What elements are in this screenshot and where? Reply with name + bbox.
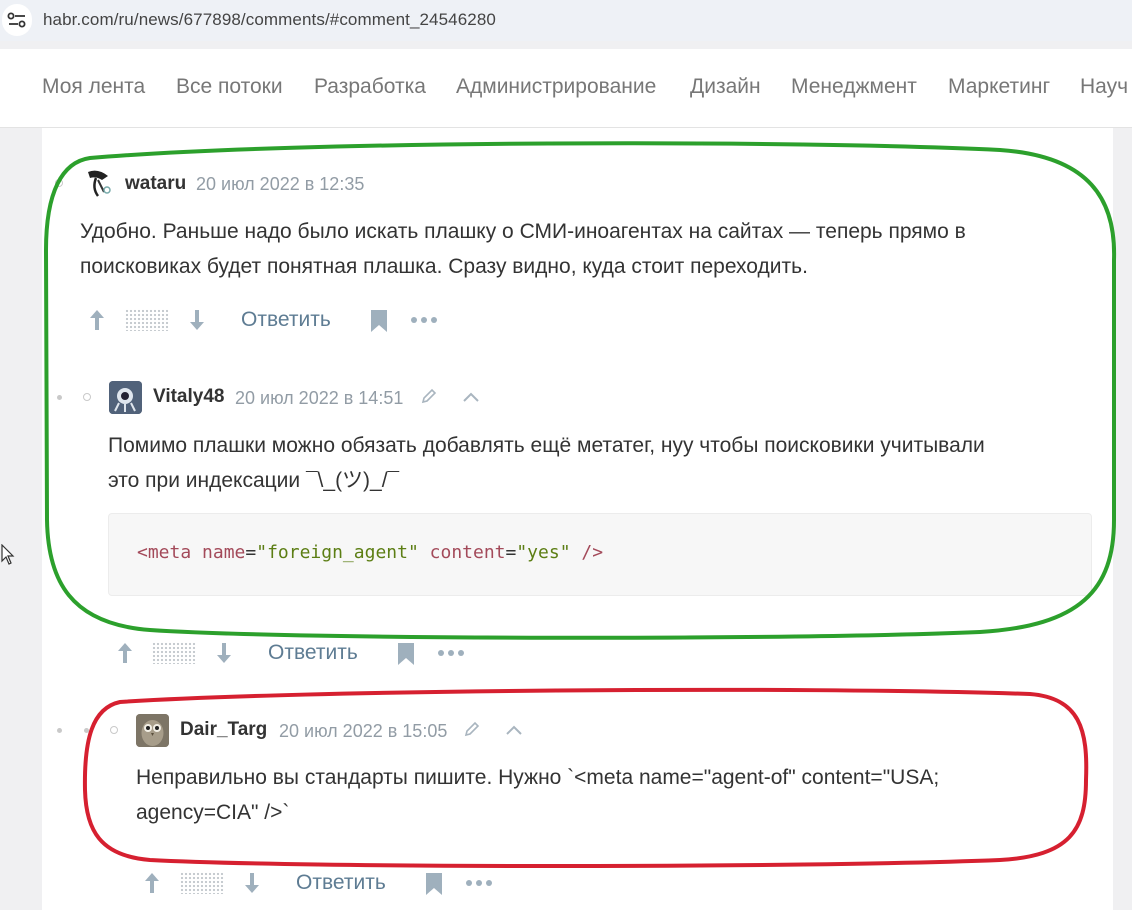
comment-line: agency=CIA" />`: [136, 801, 290, 824]
bookmark-icon[interactable]: [397, 642, 415, 666]
comment-body: Удобно. Раньше надо было искать плашку о…: [80, 214, 1080, 284]
code-token-tag: />: [581, 542, 604, 563]
comment-datetime[interactable]: 20 июл 2022 в 12:35: [196, 174, 364, 195]
thread-level-dot: [84, 728, 89, 733]
code-token-attr: content: [429, 542, 506, 563]
more-options-icon[interactable]: [465, 879, 493, 887]
edit-pencil-icon[interactable]: [420, 387, 438, 405]
comment-datetime[interactable]: 20 июл 2022 в 15:05: [279, 721, 447, 742]
bookmark-icon[interactable]: [425, 872, 443, 896]
comment-line: Удобно. Раньше надо было искать плашку о…: [80, 220, 966, 243]
chevron-up-icon[interactable]: [505, 724, 523, 736]
avatar[interactable]: [109, 381, 142, 414]
upvote-arrow-icon[interactable]: [143, 871, 161, 895]
thread-marker-icon: [55, 179, 63, 187]
code-token-eq: =: [505, 542, 517, 563]
comment-datetime[interactable]: 20 июл 2022 в 14:51: [235, 388, 403, 409]
comment-line: Неправильно вы стандарты пишите. Нужно `…: [136, 766, 940, 789]
thread-marker-icon: [110, 726, 118, 734]
nav-item-my-feed[interactable]: Моя лента: [42, 75, 145, 99]
downvote-arrow-icon[interactable]: [243, 871, 261, 895]
code-line: <meta name="foreign_agent" content="yes"…: [137, 542, 603, 563]
rating-score: [180, 872, 224, 894]
code-token-eq: =: [245, 542, 257, 563]
thread-level-dot: [57, 395, 62, 400]
code-token-attr: name: [202, 542, 246, 563]
nav-item-development[interactable]: Разработка: [314, 75, 426, 99]
avatar[interactable]: [136, 714, 169, 747]
username[interactable]: wataru: [125, 173, 186, 195]
nav-item-all-streams[interactable]: Все потоки: [176, 75, 283, 99]
nav-bar: Моя лента Все потоки Разработка Админист…: [0, 49, 1132, 128]
nav-item-science[interactable]: Науч: [1080, 75, 1128, 99]
rating-score: [125, 309, 169, 331]
nav-item-administration[interactable]: Администрирование: [456, 75, 656, 99]
rating-score: [152, 642, 196, 664]
comment-body: Помимо плашки можно обязать добавлять ещ…: [108, 428, 1108, 498]
thread-marker-icon: [83, 393, 91, 401]
comment-line: это при индексации ¯\_(ツ)_/¯: [108, 469, 400, 492]
comment-line: Помимо плашки можно обязать добавлять ещ…: [108, 434, 985, 457]
code-token-string: "yes": [516, 542, 571, 563]
more-options-icon[interactable]: [410, 316, 438, 324]
downvote-arrow-icon[interactable]: [188, 308, 206, 332]
code-block[interactable]: <meta name="foreign_agent" content="yes"…: [108, 513, 1092, 596]
nav-item-marketing[interactable]: Маркетинг: [948, 75, 1050, 99]
chevron-up-icon[interactable]: [462, 391, 480, 403]
username[interactable]: Vitaly48: [153, 386, 224, 408]
site-settings-icon[interactable]: [2, 4, 32, 36]
bookmark-icon[interactable]: [370, 309, 388, 333]
edit-pencil-icon[interactable]: [463, 720, 481, 738]
comment-body: Неправильно вы стандарты пишите. Нужно `…: [136, 760, 1096, 830]
mouse-cursor-icon: [1, 544, 15, 565]
reply-button[interactable]: Ответить: [296, 871, 386, 895]
downvote-arrow-icon[interactable]: [215, 641, 233, 665]
more-options-icon[interactable]: [437, 649, 465, 657]
owl-avatar-icon: [136, 714, 169, 747]
address-bar[interactable]: habr.com/ru/news/677898/comments/#commen…: [0, 0, 1132, 41]
comment-line: поисковиках будет понятная плашка. Сразу…: [80, 255, 808, 278]
reply-button[interactable]: Ответить: [241, 308, 331, 332]
bird-avatar-icon: [82, 166, 115, 199]
upvote-arrow-icon[interactable]: [116, 641, 134, 665]
code-token-tag: <meta: [137, 542, 192, 563]
upvote-arrow-icon[interactable]: [88, 308, 106, 332]
thread-level-dot: [57, 728, 62, 733]
reply-button[interactable]: Ответить: [268, 641, 358, 665]
nav-item-management[interactable]: Менеджмент: [791, 75, 917, 99]
robot-avatar-icon: [109, 381, 142, 414]
nav-item-design[interactable]: Дизайн: [690, 75, 761, 99]
url-text[interactable]: habr.com/ru/news/677898/comments/#commen…: [43, 10, 496, 30]
avatar[interactable]: [82, 166, 115, 199]
username[interactable]: Dair_Targ: [180, 719, 267, 741]
code-token-string: "foreign_agent": [256, 542, 419, 563]
